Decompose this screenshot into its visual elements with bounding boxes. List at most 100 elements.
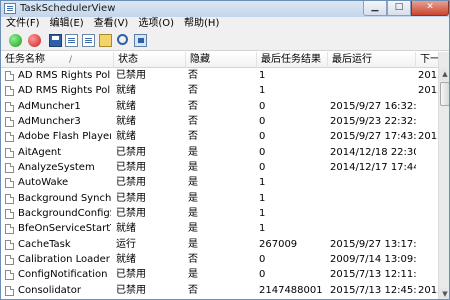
task-name: AitAgent — [18, 146, 62, 158]
find-icon[interactable] — [117, 34, 128, 45]
table-row[interactable]: Calibration Loader 就绪 否 0 2009/7/14 13:09:..… — [1, 252, 438, 267]
menu-edit[interactable]: 编辑(E) — [45, 17, 89, 31]
table-row[interactable]: Adobe Flash Player ... 就绪 否 0 2015/9/27 17:4… — [1, 129, 443, 144]
task-file-icon — [5, 132, 14, 143]
task-last-result: 0 — [259, 146, 266, 158]
task-status: 已禁用 — [116, 269, 146, 281]
task-last-result: 2147488001 — [259, 284, 323, 296]
task-hidden: 否 — [188, 284, 198, 296]
table-row[interactable]: BfeOnServiceStartTy... 就绪 是 1 — [1, 221, 438, 236]
task-name: CacheTask — [18, 238, 71, 250]
task-hidden: 是 — [188, 223, 198, 235]
properties-icon[interactable] — [99, 34, 112, 47]
exit-icon[interactable] — [134, 34, 147, 47]
menu-options[interactable]: 选项(O) — [133, 17, 179, 31]
task-hidden: 否 — [188, 116, 198, 128]
save-icon[interactable] — [49, 34, 62, 47]
task-hidden: 否 — [188, 85, 198, 97]
toolbar — [1, 31, 449, 51]
task-hidden: 是 — [188, 146, 198, 158]
column-header-last-result[interactable]: 最后任务结果 — [257, 52, 328, 68]
task-last-result: 0 — [259, 116, 266, 128]
list-header: 任务名称 / 状态 隐藏 最后任务结果 最后运行 下一次 — [1, 52, 449, 68]
table-row[interactable]: ConfigNotification 已禁用 是 0 2015/7/13 12:11:.… — [1, 267, 438, 282]
menu-view[interactable]: 查看(V) — [89, 17, 134, 31]
sort-indicator: / — [69, 55, 73, 65]
task-file-icon — [5, 147, 14, 158]
task-status: 已禁用 — [116, 192, 146, 204]
table-row[interactable]: CacheTask 运行 是 267009 2015/9/27 13:17:... — [1, 237, 438, 252]
task-last-result: 1 — [259, 192, 266, 204]
task-status: 运行 — [116, 238, 136, 250]
column-header-name[interactable]: 任务名称 / — [1, 52, 114, 68]
table-row[interactable]: AdMuncher1 就绪 否 0 2015/9/27 16:32:... — [1, 99, 438, 114]
column-header-status[interactable]: 状态 — [114, 52, 186, 68]
table-row[interactable]: Consolidator 已禁用 否 2147488001 2015/7/13 12:4… — [1, 283, 443, 298]
task-rows: AD RMS Rights Poli...已禁用否12015 AD RMS Rig… — [1, 68, 443, 299]
table-row[interactable]: Background Synchr... 已禁用 是 1 — [1, 191, 438, 206]
html-report-icon[interactable] — [65, 34, 78, 47]
table-row[interactable]: BackgroundConfigS... 已禁用 是 1 — [1, 206, 438, 221]
task-hidden: 是 — [188, 208, 198, 220]
task-last-run: 2015/9/27 13:17:... — [330, 238, 416, 250]
task-name: AdMuncher1 — [18, 100, 81, 112]
task-last-run: 2014/12/18 22:30:... — [330, 146, 416, 158]
task-last-run: 2015/7/13 12:45:... — [330, 284, 416, 296]
table-row[interactable]: AdMuncher3 就绪 否 0 2015/9/23 22:32:... — [1, 114, 438, 129]
task-name: BfeOnServiceStartTy... — [18, 223, 111, 235]
table-row[interactable]: AD RMS Rights Poli...就绪否12015 — [1, 83, 443, 98]
task-status: 就绪 — [116, 131, 136, 143]
task-file-icon — [5, 101, 14, 112]
table-row[interactable]: AitAgent 已禁用 是 0 2014/12/18 22:30:... — [1, 145, 438, 160]
menu-bar: 文件(F) 编辑(E) 查看(V) 选项(O) 帮助(H) — [1, 17, 449, 31]
close-button[interactable]: ✕ — [411, 1, 449, 16]
task-status: 就绪 — [116, 85, 136, 97]
task-file-icon — [5, 193, 14, 204]
task-status: 已禁用 — [116, 162, 146, 174]
task-last-run — [330, 175, 416, 190]
task-name: Background Synchr... — [18, 192, 111, 204]
column-header-name-label: 任务名称 — [5, 54, 45, 65]
task-hidden: 否 — [188, 100, 198, 112]
task-file-icon — [5, 86, 14, 97]
scroll-up-button[interactable]: ▲ — [439, 68, 449, 81]
minimize-button[interactable]: ▁ — [363, 1, 387, 16]
task-status: 就绪 — [116, 254, 136, 266]
task-list[interactable]: 任务名称 / 状态 隐藏 最后任务结果 最后运行 下一次 AD RMS Righ… — [1, 52, 449, 299]
task-hidden: 是 — [188, 162, 198, 174]
task-file-icon — [5, 209, 14, 220]
task-last-run: 2015/7/13 12:11:... — [330, 269, 416, 281]
column-header-hidden[interactable]: 隐藏 — [186, 52, 257, 68]
table-row[interactable]: AD RMS Rights Poli...已禁用否12015 — [1, 68, 443, 83]
app-icon — [4, 3, 16, 14]
column-header-last-run[interactable]: 最后运行 — [328, 52, 416, 68]
table-row[interactable]: AnalyzeSystem 已禁用 是 0 2014/12/17 17:44:... — [1, 160, 438, 175]
task-hidden: 否 — [188, 254, 198, 266]
task-file-icon — [5, 239, 14, 250]
copy-icon[interactable] — [82, 34, 95, 47]
maximize-button[interactable]: □ — [387, 1, 411, 16]
task-last-run: 2014/12/17 17:44:... — [330, 162, 416, 174]
task-file-icon — [5, 178, 14, 189]
task-file-icon — [5, 270, 14, 281]
task-last-result: 1 — [259, 177, 266, 189]
vertical-scrollbar[interactable]: ▲ ▼ — [438, 52, 449, 299]
task-last-result: 1 — [259, 70, 266, 81]
disable-task-icon[interactable] — [28, 34, 41, 47]
menu-file[interactable]: 文件(F) — [1, 17, 45, 31]
task-name: Consolidator — [18, 284, 81, 296]
task-status: 已禁用 — [116, 284, 146, 296]
scroll-thumb[interactable] — [440, 82, 449, 106]
task-name: AD RMS Rights Poli... — [18, 85, 111, 97]
task-hidden: 是 — [188, 269, 198, 281]
task-last-result: 267009 — [259, 238, 298, 250]
enable-task-icon[interactable] — [9, 34, 22, 47]
scroll-down-button[interactable]: ▼ — [439, 288, 449, 299]
task-last-run — [330, 83, 416, 98]
title-bar[interactable]: TaskSchedulerView ▁ □ ✕ — [1, 1, 449, 17]
window-title: TaskSchedulerView — [20, 3, 116, 14]
task-last-result: 0 — [259, 131, 266, 143]
task-file-icon — [5, 117, 14, 128]
table-row[interactable]: AutoWake 已禁用 是 1 — [1, 175, 438, 190]
menu-help[interactable]: 帮助(H) — [179, 17, 224, 31]
